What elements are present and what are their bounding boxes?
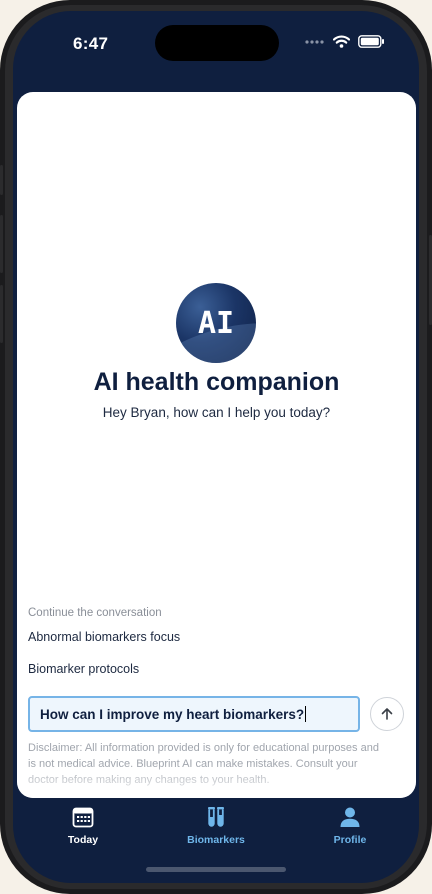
dynamic-island <box>155 25 279 61</box>
tab-profile[interactable]: Profile <box>295 806 405 852</box>
battery-icon <box>358 35 384 48</box>
chat-card: AI AI health companion Hey Bryan, how ca… <box>17 92 416 798</box>
page-title: AI health companion <box>93 368 340 396</box>
person-icon <box>340 807 360 827</box>
chat-input[interactable]: How can I improve my heart biomarkers? <box>28 696 360 732</box>
action-button <box>0 165 3 195</box>
text-caret <box>305 706 307 722</box>
status-bar: 6:47 <box>13 11 419 81</box>
greeting-text: Hey Bryan, how can I help you today? <box>102 405 331 420</box>
test-tubes-icon <box>208 807 224 827</box>
arrow-up-icon <box>381 708 393 720</box>
suggestion-abnormal-biomarkers[interactable]: Abnormal biomarkers focus <box>28 630 180 644</box>
avatar-text: AI <box>197 305 235 341</box>
bottom-fade <box>17 764 416 798</box>
volume-up-button <box>0 215 3 273</box>
tab-profile-label: Profile <box>333 834 367 846</box>
phone-screen: 6:47 AI AI health companion Hey Bryan, h… <box>13 11 419 883</box>
send-button[interactable] <box>370 697 404 731</box>
tab-bar: Today Biomarkers Profile <box>13 806 419 866</box>
status-time: 6:47 <box>73 34 109 53</box>
suggestion-biomarker-protocols[interactable]: Biomarker protocols <box>28 662 139 676</box>
tab-biomarkers-label: Biomarkers <box>187 834 245 846</box>
wifi-icon <box>333 35 350 48</box>
tab-today-label: Today <box>67 834 99 846</box>
chat-input-value: How can I improve my heart biomarkers? <box>40 706 305 722</box>
ai-avatar: AI <box>176 283 256 363</box>
home-indicator[interactable] <box>146 867 286 872</box>
tab-today[interactable]: Today <box>28 806 138 852</box>
signal-dots-icon <box>305 39 324 44</box>
tab-biomarkers[interactable]: Biomarkers <box>161 806 271 852</box>
volume-down-button <box>0 285 3 343</box>
calendar-icon <box>72 807 94 828</box>
status-icons <box>305 35 385 48</box>
continue-conversation-label: Continue the conversation <box>28 607 162 619</box>
